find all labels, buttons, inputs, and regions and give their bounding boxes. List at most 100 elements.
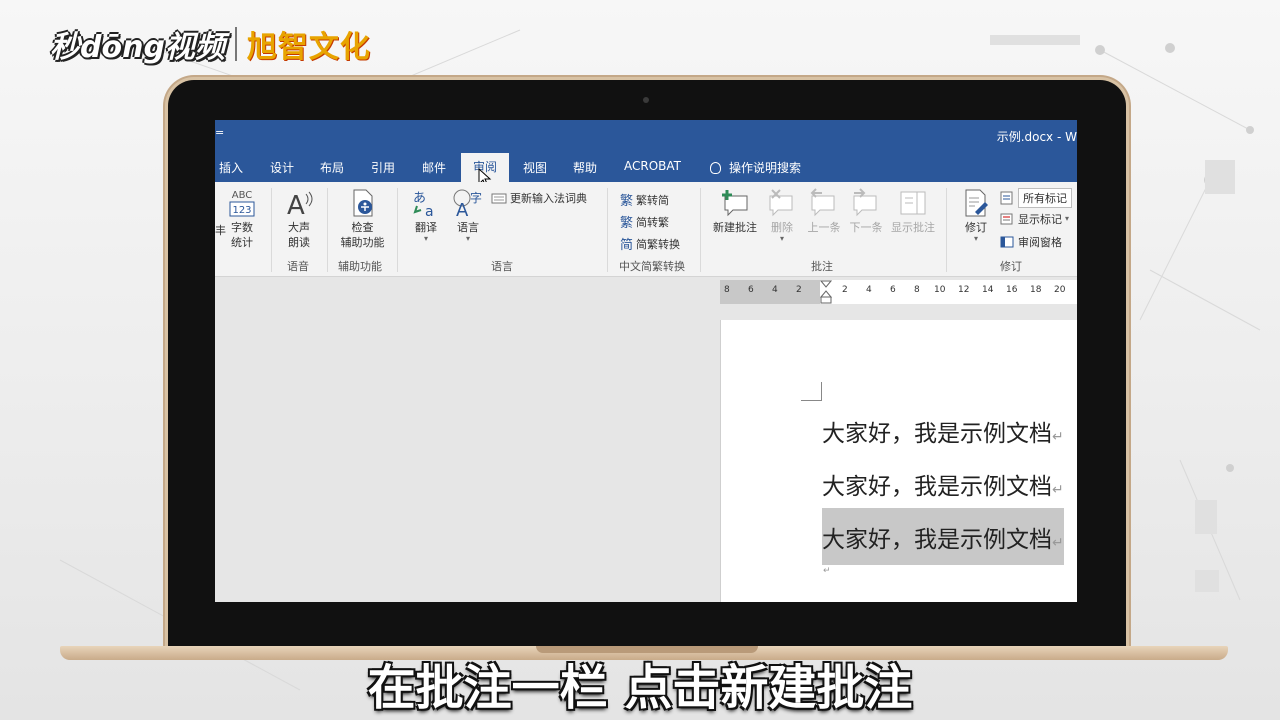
delete-dropdown-caret: ▾ — [779, 234, 784, 243]
word-count-button[interactable]: ABC 123 字数 统计 — [227, 188, 257, 250]
document-paragraph-1[interactable]: 大家好，我是示例文档↵ — [822, 414, 1064, 448]
document-page[interactable]: 大家好，我是示例文档↵ 大家好，我是示例文档↵ 大家好，我是示例文档↵ ↵ — [720, 320, 1077, 602]
group-label-comments: 批注 — [811, 260, 833, 273]
horizontal-ruler[interactable]: 8 6 4 2 2 4 6 8 10 12 14 16 18 20 — [720, 280, 1077, 304]
track-changes-button[interactable]: 修订 ▾ — [959, 188, 993, 243]
markup-icon — [1000, 191, 1013, 205]
check-accessibility-button[interactable]: 检查 辅助功能 — [335, 188, 390, 250]
show-markup-icon — [1000, 213, 1013, 225]
tell-me-label: 操作说明搜索 — [729, 161, 802, 175]
accessibility-label-2: 辅助功能 — [340, 236, 385, 249]
track-changes-label: 修订 — [965, 221, 987, 234]
group-label-tracking: 修订 — [1000, 260, 1022, 273]
s2t-icon: 繁 — [620, 216, 634, 231]
t2s-icon: 繁 — [620, 194, 634, 209]
language-button[interactable]: A 字 语言 ▾ — [451, 188, 485, 243]
show-markup-label: 显示标记 — [1018, 213, 1062, 226]
language-label: 语言 — [457, 221, 479, 234]
word-count-label-1: 字数 — [231, 221, 253, 234]
tab-help[interactable]: 帮助 — [573, 159, 597, 176]
conversion-label: 简繁转换 — [636, 237, 681, 251]
svg-text:字: 字 — [470, 190, 482, 205]
translate-icon: あ a — [413, 191, 434, 218]
paragraph-text: 大家好，我是示例文档 — [822, 474, 1052, 500]
word-count-icon: ABC 123 — [229, 190, 255, 217]
paragraph-mark-icon: ↵ — [1052, 535, 1064, 551]
ruler-tick: 6 — [890, 285, 896, 295]
update-ime-label: 更新输入法词典 — [510, 192, 587, 205]
group-label-speech: 语音 — [287, 260, 309, 273]
tab-references[interactable]: 引用 — [371, 159, 395, 176]
ruler-tick: 20 — [1054, 285, 1066, 295]
tab-design[interactable]: 设计 — [270, 159, 294, 176]
svg-text:a: a — [425, 204, 434, 218]
ruler-tick: 18 — [1030, 285, 1042, 295]
translate-dropdown-caret: ▾ — [423, 234, 428, 243]
margin-crop-mark — [801, 382, 822, 401]
video-subtitle: 在批注一栏 点击新建批注 — [367, 660, 913, 716]
empty-paragraph-mark-icon: ↵ — [823, 566, 831, 576]
webcam-dot — [643, 97, 649, 103]
conversion-icon: 简 — [620, 238, 634, 253]
new-comment-icon — [722, 190, 748, 217]
reviewing-pane-button[interactable]: 审阅窗格 — [999, 234, 1062, 250]
group-label-language: 语言 — [491, 260, 513, 273]
show-markup-dropdown-caret: ▾ — [1065, 214, 1070, 223]
show-markup-button[interactable]: 显示标记 ▾ — [999, 211, 1069, 227]
new-comment-button[interactable]: 新建批注 — [709, 188, 761, 235]
ruler-tick: 12 — [958, 285, 970, 295]
read-aloud-label-1: 大声 — [288, 221, 310, 234]
tell-me-search[interactable]: 操作说明搜索 — [710, 159, 801, 176]
markup-select-value: 所有标记 — [1018, 188, 1072, 208]
word-count-label-2: 统计 — [231, 236, 253, 249]
reviewing-pane-label: 审阅窗格 — [1018, 236, 1062, 249]
paragraph-text: 大家好，我是示例文档 — [822, 421, 1052, 447]
title-bar: = 示例.docx - W — [215, 120, 1077, 152]
accessibility-label-1: 检查 — [351, 221, 374, 234]
read-aloud-icon: A — [287, 191, 313, 218]
tab-acrobat[interactable]: ACROBAT — [624, 159, 681, 173]
previous-comment-label: 上一条 — [807, 221, 841, 234]
show-comments-button[interactable]: 显示批注 — [887, 188, 939, 235]
paragraph-mark-icon: ↵ — [1052, 429, 1064, 445]
update-ime-dictionary-button[interactable]: 更新输入法词典 — [491, 190, 587, 206]
ruler-tick: 2 — [842, 285, 848, 295]
new-comment-label: 新建批注 — [713, 221, 757, 234]
show-comments-icon — [900, 191, 926, 215]
ruler-tick: 6 — [748, 285, 754, 295]
markup-select-dropdown[interactable]: 所有标记 — [999, 188, 1072, 208]
tab-mailings[interactable]: 邮件 — [422, 159, 446, 176]
delete-comment-button[interactable]: 删除 ▾ — [765, 188, 799, 243]
track-changes-dropdown-caret: ▾ — [973, 234, 978, 243]
ruler-tick: 8 — [724, 285, 730, 295]
ruler-tick: 4 — [866, 285, 872, 295]
tab-layout[interactable]: 布局 — [320, 159, 344, 176]
track-changes-icon — [965, 189, 988, 217]
read-aloud-button[interactable]: A 大声 朗读 — [281, 188, 317, 250]
chinese-conversion-button[interactable]: 简 简繁转换 — [620, 234, 681, 254]
paragraph-mark-icon: ↵ — [1052, 482, 1064, 498]
show-comments-label: 显示批注 — [891, 221, 935, 234]
watermark-logo: 秒dōng视频 旭智文化 — [50, 22, 371, 66]
word-window: = 示例.docx - W 插入 设计 布局 引用 邮件 审阅 视图 帮助 AC… — [215, 120, 1077, 602]
translate-button[interactable]: あ a 翻译 ▾ — [409, 188, 443, 243]
next-comment-button[interactable]: 下一条 — [847, 188, 885, 235]
document-paragraph-3-selected[interactable]: 大家好，我是示例文档↵ — [822, 508, 1064, 565]
quick-access-toolbar-caret[interactable]: = — [215, 126, 224, 139]
keyboard-icon — [491, 193, 507, 204]
traditional-to-simplified-button[interactable]: 繁 繁转简 — [620, 190, 670, 210]
partner-logo-text: 旭智文化 — [246, 30, 371, 65]
simplified-to-traditional-button[interactable]: 繁 简转繁 — [620, 212, 669, 232]
tab-insert[interactable]: 插入 — [219, 159, 243, 176]
t2s-label: 繁转简 — [636, 193, 670, 207]
ribbon-tabs: 插入 设计 布局 引用 邮件 审阅 视图 帮助 ACROBAT 操作说明搜索 — [215, 152, 1077, 182]
previous-comment-button[interactable]: 上一条 — [805, 188, 843, 235]
indent-marker-icon[interactable] — [820, 280, 832, 304]
ruler-tick: 16 — [1006, 285, 1018, 295]
document-paragraph-2[interactable]: 大家好，我是示例文档↵ — [822, 467, 1064, 501]
ruler-tick: 4 — [772, 285, 778, 295]
tab-view[interactable]: 视图 — [523, 159, 547, 176]
document-title: 示例.docx - W — [996, 130, 1077, 144]
group-label-chinese-conversion: 中文简繁转换 — [619, 260, 685, 273]
cut-off-proofing-label: 丰 — [215, 224, 226, 237]
